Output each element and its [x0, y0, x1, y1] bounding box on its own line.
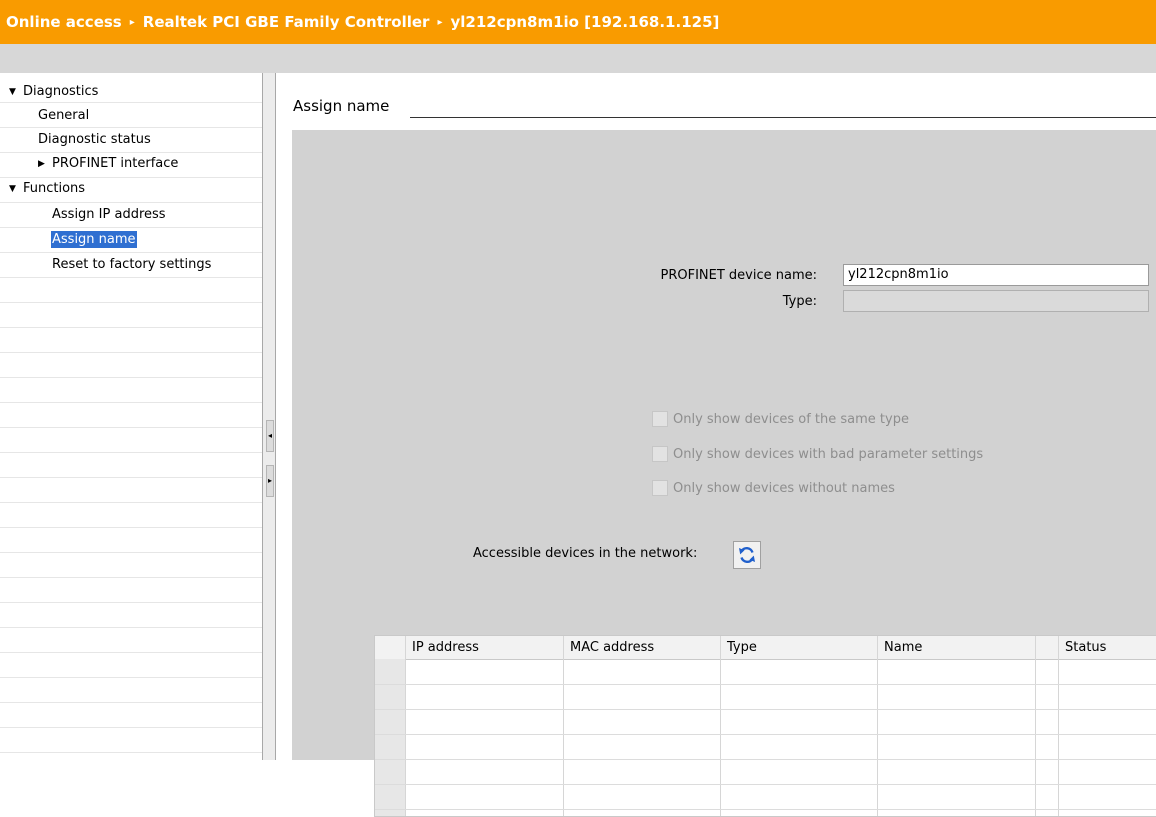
- column-header-status[interactable]: Status: [1065, 636, 1106, 659]
- toolbar-strip: [0, 44, 1156, 73]
- section-title: Assign name: [293, 97, 390, 115]
- nav-item-general[interactable]: General: [38, 105, 89, 127]
- column-divider: [877, 636, 878, 816]
- breadcrumb-item-device[interactable]: yl212cpn8m1io [192.168.1.125]: [450, 13, 719, 31]
- column-divider: [1035, 636, 1036, 816]
- nav-item-functions[interactable]: ▼ Functions: [9, 178, 85, 200]
- filter-label: Only show devices with bad parameter set…: [673, 446, 984, 462]
- column-divider: [563, 636, 564, 816]
- nav-item-assign-ip-address[interactable]: Assign IP address: [52, 204, 166, 226]
- table-row[interactable]: [375, 784, 1156, 785]
- nav-item-label: Assign name: [51, 231, 137, 248]
- nav-item-label: Diagnostic status: [38, 132, 151, 147]
- filter-label: Only show devices without names: [673, 480, 895, 496]
- column-header-type[interactable]: Type: [727, 636, 757, 659]
- column-header-mac-address[interactable]: MAC address: [570, 636, 654, 659]
- expand-down-icon[interactable]: ▼: [9, 178, 23, 200]
- checkbox-without-names[interactable]: [652, 480, 668, 496]
- expand-right-icon[interactable]: ▶: [38, 153, 52, 175]
- table-row[interactable]: [375, 684, 1156, 685]
- navigation-tree: ▼ Diagnostics General Diagnostic status ▶…: [0, 73, 262, 760]
- breadcrumb: Online access ▸ Realtek PCI GBE Family C…: [0, 0, 1156, 44]
- assign-name-panel: PROFINET device name: yl212cpn8m1io Type…: [292, 130, 1156, 817]
- breadcrumb-item-controller[interactable]: Realtek PCI GBE Family Controller: [143, 13, 430, 31]
- checkbox-same-type[interactable]: [652, 411, 668, 427]
- filter-same-type[interactable]: Only show devices of the same type: [652, 408, 909, 430]
- row-header-column: [375, 659, 405, 816]
- breadcrumb-separator-icon: ▸: [129, 16, 135, 28]
- device-name-input[interactable]: yl212cpn8m1io: [843, 264, 1149, 286]
- table-row[interactable]: [375, 809, 1156, 810]
- device-name-label: PROFINET device name:: [660, 268, 817, 283]
- accessible-devices-table: IP address MAC address Type Name Status: [374, 635, 1156, 817]
- nav-item-label: PROFINET interface: [52, 156, 179, 171]
- main-panel: Assign name PROFINET device name: yl212c…: [276, 73, 1156, 817]
- column-divider: [405, 636, 406, 816]
- refresh-button[interactable]: [733, 541, 761, 569]
- nav-item-reset-to-factory-settings[interactable]: Reset to factory settings: [52, 254, 211, 276]
- expand-down-icon[interactable]: ▼: [9, 81, 23, 103]
- nav-item-diagnostic-status[interactable]: Diagnostic status: [38, 129, 151, 151]
- breadcrumb-separator-icon: ▸: [437, 16, 443, 28]
- expand-right-icon[interactable]: ▸: [266, 465, 274, 497]
- column-divider: [1058, 636, 1059, 816]
- nav-item-diagnostics[interactable]: ▼ Diagnostics: [9, 81, 98, 103]
- panel-splitter[interactable]: ◂ ▸: [262, 73, 276, 760]
- nav-item-label: Functions: [23, 181, 86, 196]
- filter-label: Only show devices of the same type: [673, 411, 909, 427]
- collapse-left-icon[interactable]: ◂: [266, 420, 274, 452]
- type-field: [843, 290, 1149, 312]
- table-row[interactable]: [375, 709, 1156, 710]
- accessible-devices-label: Accessible devices in the network:: [473, 546, 698, 561]
- nav-item-profinet-interface[interactable]: ▶ PROFINET interface: [38, 153, 178, 175]
- nav-item-assign-name[interactable]: Assign name: [51, 229, 137, 251]
- column-divider: [720, 636, 721, 816]
- refresh-icon: [739, 546, 755, 564]
- table-row[interactable]: [375, 734, 1156, 735]
- column-header-ip-address[interactable]: IP address: [412, 636, 479, 659]
- table-header: IP address MAC address Type Name Status: [375, 636, 1156, 660]
- section-divider: [410, 117, 1156, 118]
- type-label: Type:: [782, 294, 817, 309]
- nav-item-label: Reset to factory settings: [52, 257, 212, 272]
- nav-item-label: General: [38, 108, 90, 123]
- checkbox-bad-parameters[interactable]: [652, 446, 668, 462]
- column-header-name[interactable]: Name: [884, 636, 922, 659]
- filter-without-names[interactable]: Only show devices without names: [652, 477, 895, 499]
- filter-bad-parameters[interactable]: Only show devices with bad parameter set…: [652, 443, 983, 465]
- nav-item-label: Diagnostics: [23, 84, 99, 99]
- breadcrumb-item-online-access[interactable]: Online access: [6, 13, 122, 31]
- nav-item-label: Assign IP address: [52, 207, 166, 222]
